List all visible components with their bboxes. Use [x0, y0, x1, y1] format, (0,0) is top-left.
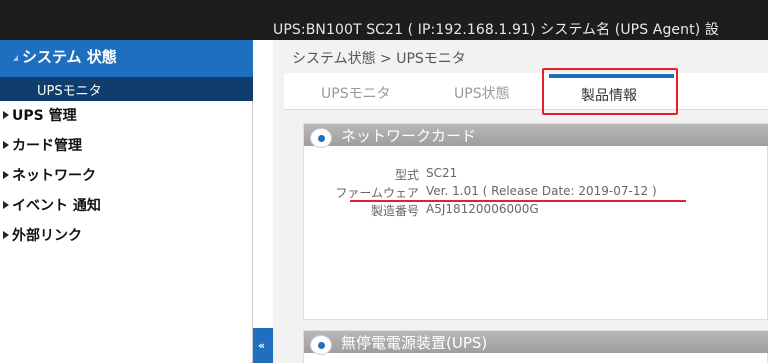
sidebar-item-network[interactable]: ネットワーク: [0, 161, 253, 191]
tab-label: UPSモニタ: [321, 86, 391, 102]
tab-ups-monitor[interactable]: UPSモニタ: [284, 73, 403, 110]
sidebar-item-event-notification[interactable]: イベント 通知: [0, 191, 253, 221]
arrow-right-icon: [3, 141, 9, 149]
arrow-right-icon: [3, 231, 9, 239]
arrow-right-icon: [3, 201, 9, 209]
highlight-box: [542, 68, 678, 115]
top-status-bar: UPS:BN100T SC21 ( IP:192.168.1.91) システム名…: [0, 0, 768, 40]
info-label: 製造番号: [370, 204, 419, 218]
sidebar-item-ups-management[interactable]: UPS 管理: [0, 101, 253, 131]
sidebar: システム 状態 UPSモニタ UPS 管理 カード管理 ネットワーク イベント …: [0, 40, 253, 363]
sidebar-sub-label: UPSモニタ: [37, 84, 102, 99]
sidebar-item-label: ネットワーク: [12, 168, 96, 184]
sidebar-item-label: UPS 管理: [12, 108, 77, 124]
network-card-panel: ネットワークカード 型式 SC21 ファームウェア Ver. 1.01 ( Re…: [303, 123, 768, 320]
sidebar-item-system-status[interactable]: システム 状態: [0, 40, 253, 77]
double-chevron-left-icon: «: [258, 339, 265, 352]
info-value: Ver. 1.01 ( Release Date: 2019-07-12 ): [426, 184, 657, 198]
info-row-model: 型式 SC21: [304, 166, 768, 184]
sidebar-item-external-links[interactable]: 外部リンク: [0, 221, 253, 251]
red-underline: [350, 200, 686, 202]
ups-panel: 無停電電源装置(UPS): [303, 330, 768, 363]
sidebar-item-label: カード管理: [12, 138, 82, 154]
panel-title: ネットワークカード: [341, 127, 477, 145]
tab-bar: UPSモニタ UPS状態 製品情報: [284, 73, 768, 110]
info-value: A5J18120006000G: [426, 202, 539, 216]
info-label: ファームウェア: [335, 186, 419, 200]
tab-ups-status[interactable]: UPS状態: [403, 73, 532, 110]
arrow-right-icon: [3, 111, 9, 119]
sidebar-item-label: イベント 通知: [12, 198, 101, 214]
radio-bullet-icon: [310, 128, 332, 148]
expanded-triangle-icon: [13, 55, 18, 61]
tab-label: UPS状態: [454, 86, 510, 102]
info-row-serial: 製造番号 A5J18120006000G: [304, 202, 768, 220]
arrow-right-icon: [3, 171, 9, 179]
panel-header: 無停電電源装置(UPS): [304, 331, 768, 355]
panel-header: ネットワークカード: [304, 124, 768, 148]
sidebar-item-ups-monitor[interactable]: UPSモニタ: [0, 77, 253, 101]
panel-title: 無停電電源装置(UPS): [341, 334, 488, 352]
device-info-text: UPS:BN100T SC21 ( IP:192.168.1.91) システム名…: [273, 22, 719, 38]
breadcrumb: システム状態 > UPSモニタ: [292, 51, 466, 67]
radio-bullet-icon: [310, 335, 332, 355]
sidebar-header-label: システム 状態: [22, 48, 117, 66]
sidebar-collapse-button[interactable]: «: [253, 328, 273, 363]
info-value: SC21: [426, 166, 458, 180]
info-label: 型式: [394, 168, 419, 182]
sidebar-item-card-management[interactable]: カード管理: [0, 131, 253, 161]
sidebar-item-label: 外部リンク: [12, 228, 82, 244]
